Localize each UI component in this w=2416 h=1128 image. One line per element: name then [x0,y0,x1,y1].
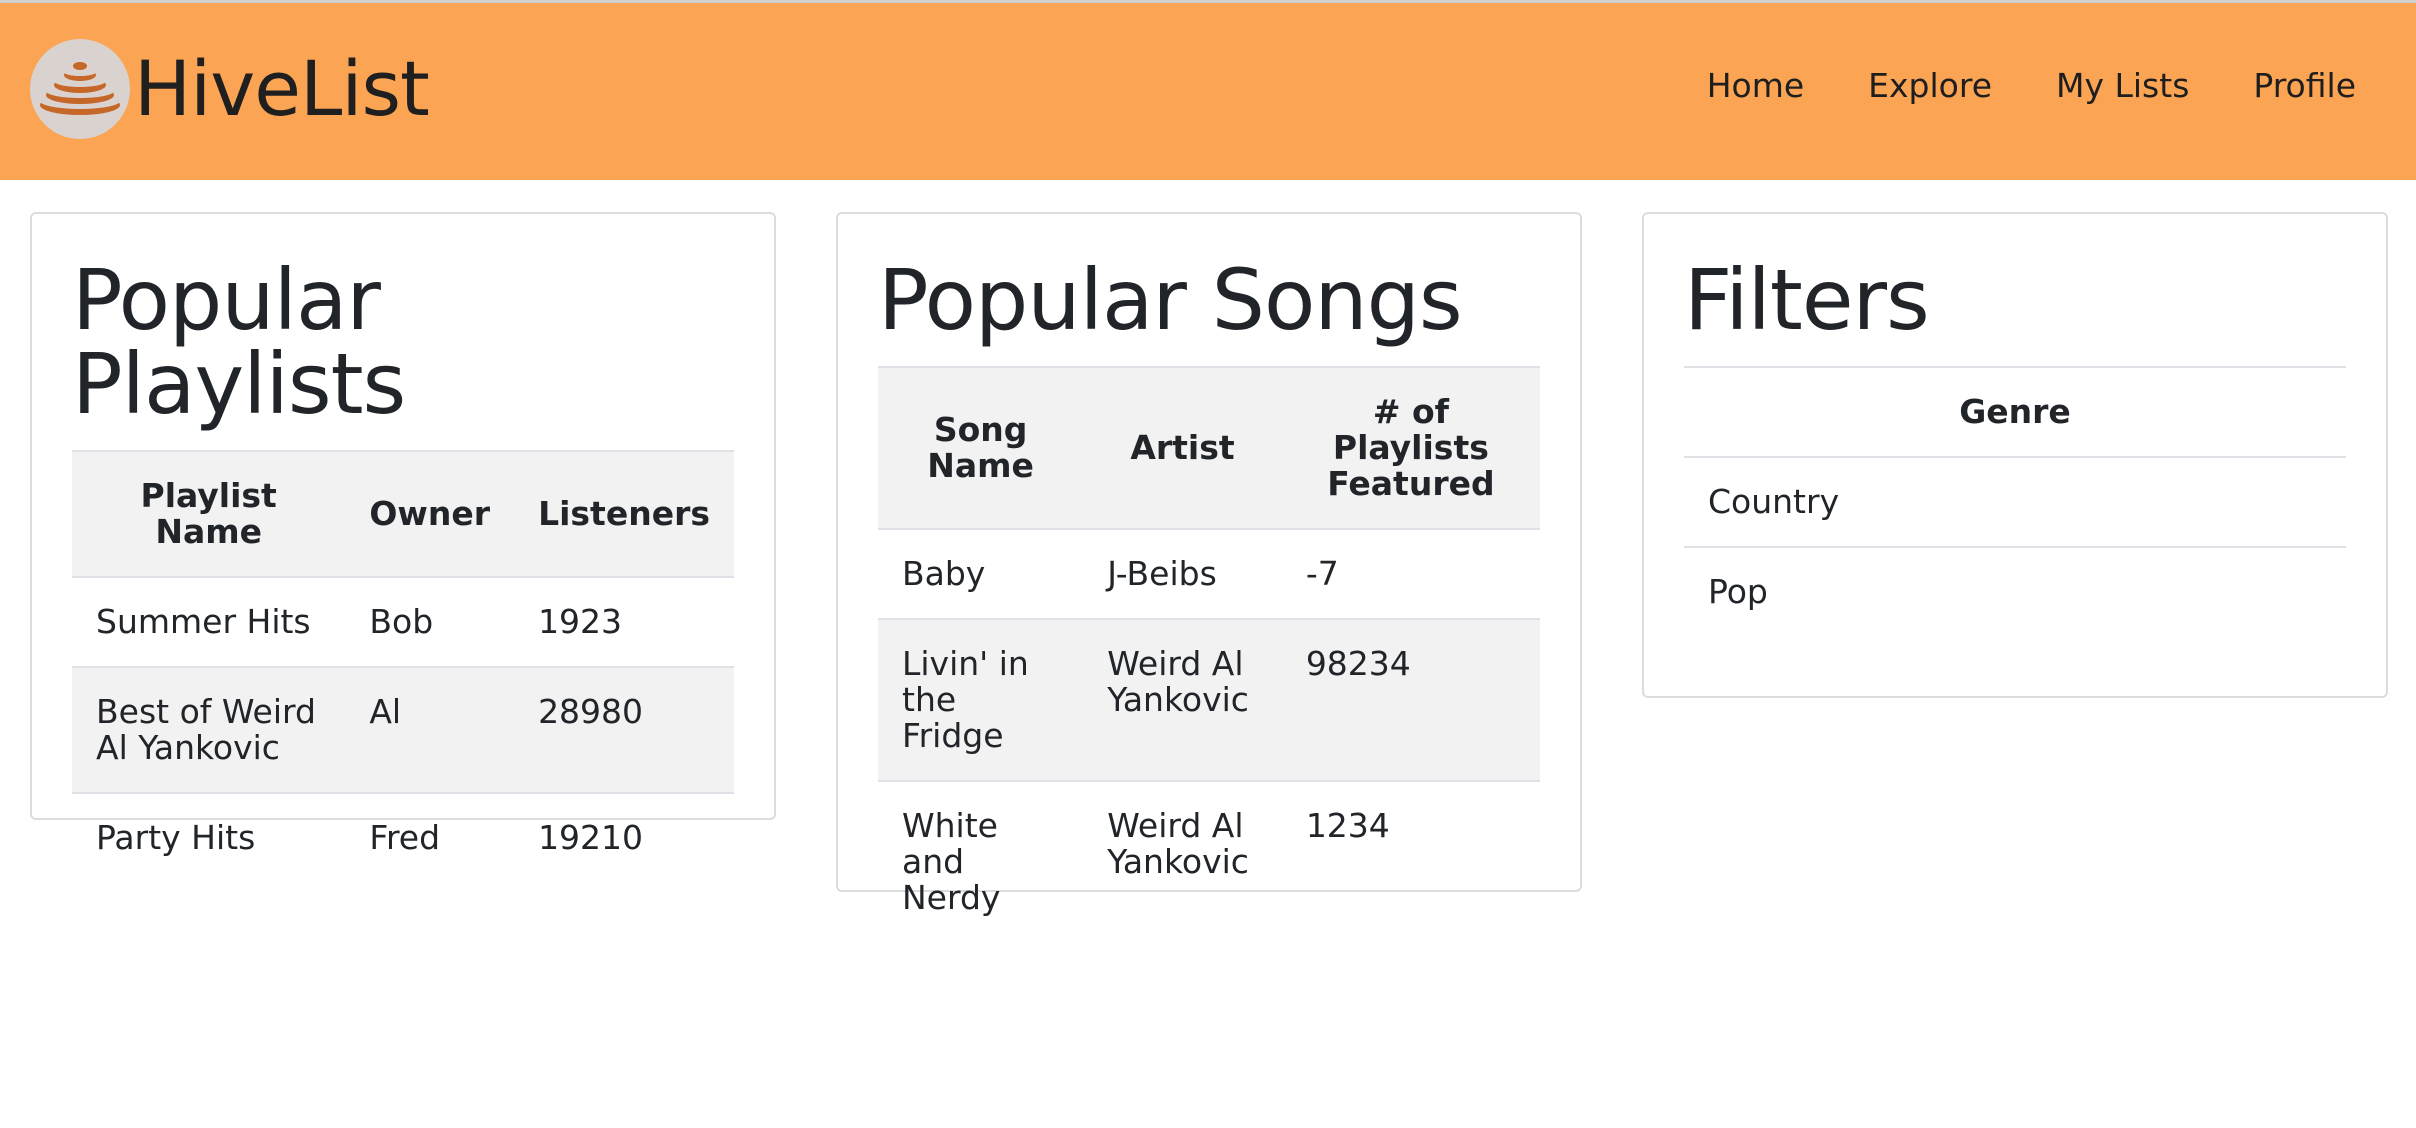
column-listeners: Listeners [514,450,734,578]
playlists-featured-cell: 1234 [1281,780,1540,942]
owner-cell: Al [345,666,515,793]
column-genre: Genre [1684,366,2346,458]
nav-profile[interactable]: Profile [2253,69,2356,102]
playlists-featured-cell: -7 [1305,554,1339,593]
listeners-cell: 19210 [514,792,734,882]
artist-cell: J-Beibs [1107,554,1217,593]
column-song-name: Song Name [878,366,1084,530]
genre-option-country[interactable]: Country [1684,457,2346,547]
popular-songs-card: Popular Songs Song Name Artist # of Play… [836,212,1582,942]
playlists-featured-cell: 98234 [1281,618,1540,781]
playlist-name-cell: Party Hits [72,792,346,882]
playlist-name-cell: Summer Hits [96,602,311,641]
nav-home[interactable]: Home [1707,69,1804,102]
beehive-icon [30,39,130,139]
table-row[interactable]: Baby J-Beibs -7 [878,529,1540,619]
table-row[interactable]: White and Nerdy Weird Al Yankovic 1234 [878,780,1540,942]
top-header: HiveList Home Explore My Lists Profile [0,0,2416,180]
table-header-row: Playlist Name Owner Listeners [72,450,734,578]
popular-playlists-table: Playlist Name Owner Listeners Summer Hit… [72,450,734,882]
artist-cell: Weird Al Yankovic [1083,618,1282,781]
table-row[interactable]: Best of Weird Al Yankovic Al 28980 [72,666,734,793]
brand[interactable]: HiveList [30,37,430,141]
listeners-cell: 28980 [514,666,734,793]
filters-table: Genre Country Pop [1684,366,2346,636]
table-header-row: Genre [1684,366,2346,458]
nav-explore[interactable]: Explore [1868,69,1992,102]
nav-my-lists[interactable]: My Lists [2056,69,2189,102]
column-playlist-name: Playlist Name [72,450,346,578]
column-owner: Owner [345,450,515,578]
column-artist: Artist [1083,366,1282,530]
listeners-cell: 1923 [538,602,623,641]
brand-name: HiveList [134,44,430,133]
playlist-name-cell: Best of Weird Al Yankovic [72,666,346,793]
song-name-cell: Baby [902,554,986,593]
genre-option-pop[interactable]: Pop [1684,546,2346,636]
table-row[interactable]: Summer Hits Bob 1923 [72,577,734,667]
beehive-logo-graphic [40,62,120,115]
filter-row[interactable]: Country [1684,457,2346,547]
popular-playlists-title: Popular Playlists [72,251,406,433]
table-header-row: Song Name Artist # of Playlists Featured [878,366,1540,530]
popular-songs-title: Popular Songs [878,251,1463,349]
filter-row[interactable]: Pop [1684,546,2346,636]
table-row[interactable]: Livin' in the Fridge Weird Al Yankovic 9… [878,618,1540,781]
column-playlists-featured: # of Playlists Featured [1281,366,1540,530]
filters-title: Filters [1684,251,1930,349]
owner-cell: Fred [345,792,515,882]
owner-cell: Bob [369,602,434,641]
filters-card: Filters Genre Country Pop [1642,212,2388,698]
song-name-cell: White and Nerdy [878,780,1084,942]
popular-playlists-card: Popular Playlists Playlist Name Owner Li… [30,212,776,882]
artist-cell: Weird Al Yankovic [1083,780,1282,942]
song-name-cell: Livin' in the Fridge [878,618,1084,781]
main-nav: Home Explore My Lists Profile [1707,69,2356,102]
table-row[interactable]: Party Hits Fred 19210 [72,792,734,882]
popular-songs-table: Song Name Artist # of Playlists Featured… [878,366,1540,942]
